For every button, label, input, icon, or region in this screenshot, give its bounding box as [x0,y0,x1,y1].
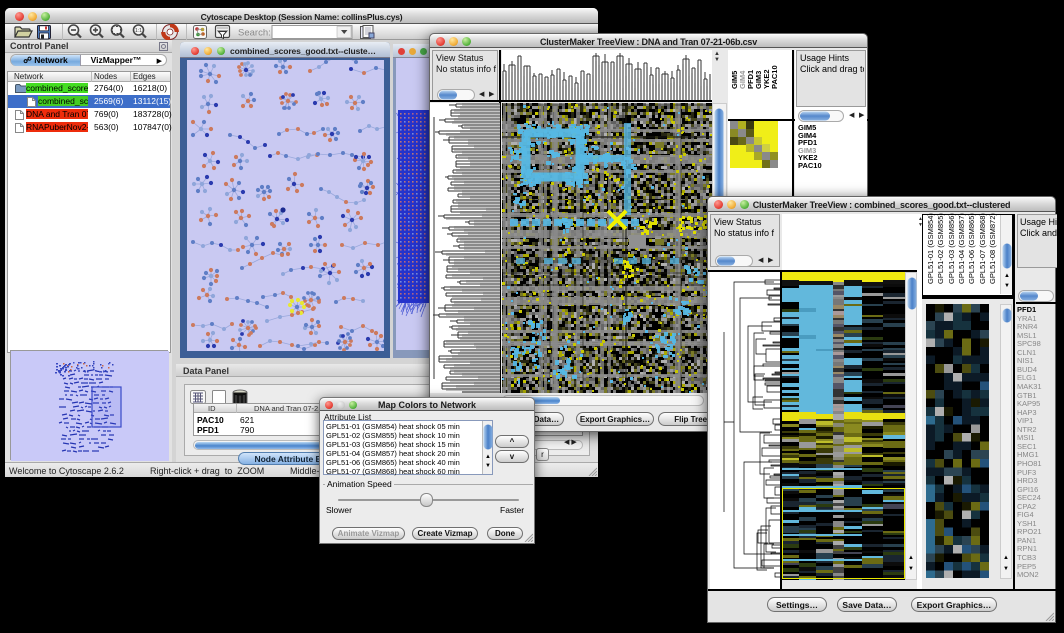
svg-text:Search:: Search: [238,28,271,39]
svg-text:1:1: 1:1 [135,28,142,34]
